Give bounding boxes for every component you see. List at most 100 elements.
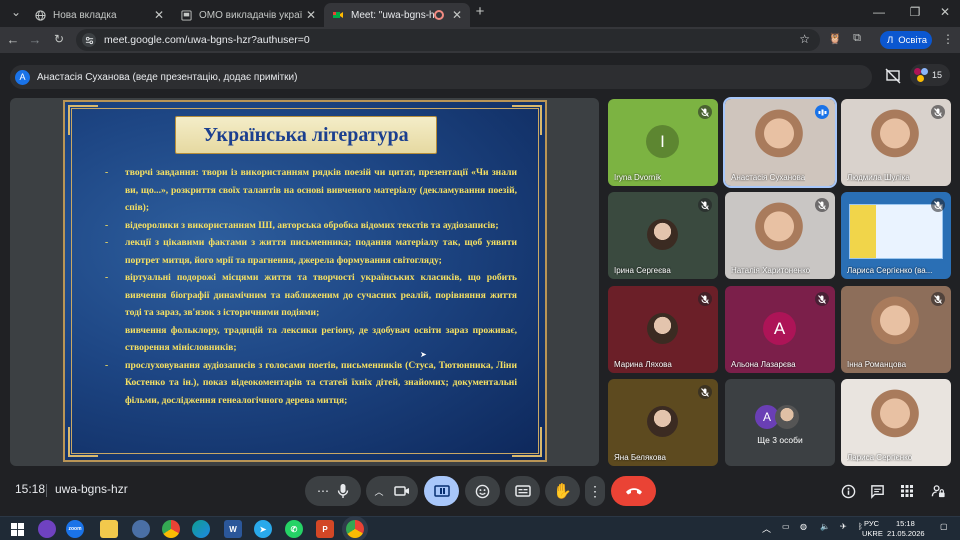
bookmark-star-icon[interactable]: ☆ [799, 32, 810, 46]
participant-tile[interactable]: А Альона Лазарєва [725, 286, 835, 373]
presenter-avatar: А [15, 69, 30, 85]
address-bar[interactable]: meet.google.com/uwa-bgns-hzr?authuser=0 … [76, 29, 820, 51]
chrome-icon[interactable] [162, 520, 180, 538]
tab-omo[interactable]: ОМО викладачів української м ✕ [172, 3, 324, 27]
notifications-icon[interactable]: ▢ [940, 522, 948, 531]
url-text: meet.google.com/uwa-bgns-hzr?authuser=0 [104, 34, 310, 46]
battery-icon[interactable]: ▭ [782, 522, 790, 531]
meeting-info-button[interactable] [836, 479, 860, 503]
participants-button[interactable]: 15 [910, 64, 950, 86]
edge-icon[interactable] [192, 520, 210, 538]
powerpoint-icon[interactable]: P [316, 520, 334, 538]
presentation-slide: Українська література творчі завдання: т… [63, 100, 547, 462]
tab-title: Meet: "uwa-bgns-hzr" [351, 9, 434, 21]
participant-tile[interactable]: Марина Ляхова [608, 286, 718, 373]
participant-tile[interactable]: Людмила Шуліка [841, 99, 951, 186]
participant-name: Людмила Шуліка [847, 173, 910, 182]
hide-presentation-icon[interactable] [884, 67, 902, 85]
speaking-indicator-icon [815, 105, 829, 119]
app-icon[interactable] [132, 520, 150, 538]
participant-name: Наталія Харитоненко [731, 266, 811, 275]
extensions-puzzle-icon[interactable]: ⧉ [849, 32, 865, 45]
slide-title: Українська література [175, 116, 437, 154]
app-tray-icon[interactable]: ◍ [800, 522, 807, 531]
close-window-icon[interactable]: ✕ [935, 5, 955, 19]
chevron-up-icon[interactable]: ︿ [762, 522, 771, 535]
speaker-icon[interactable]: 🔈 [820, 522, 830, 531]
language-top[interactable]: РУС [864, 519, 879, 528]
slide-bullet: вивчення фольклору, традицій та лексики … [125, 324, 517, 354]
participant-name: Лариса Сергієнко (ва... [847, 266, 933, 275]
participant-tile[interactable]: Яна Белякова [608, 379, 718, 466]
taskbar-time[interactable]: 15:18 [896, 519, 915, 528]
participant-avatar-photo [647, 406, 678, 437]
whatsapp-icon[interactable]: ✆ [285, 520, 303, 538]
ornament-corner [68, 427, 98, 457]
participant-name: Інна Романцова [847, 360, 907, 369]
reload-icon[interactable]: ↻ [51, 32, 67, 46]
presenter-banner[interactable]: А Анастасія Суханова (веде презентацію, … [10, 65, 872, 89]
activities-button[interactable] [895, 479, 919, 503]
participant-tile[interactable]: Анастасія Суханова [723, 97, 837, 188]
participant-tile[interactable]: Лариса Сергієнко (ва... [841, 192, 951, 279]
leave-call-button[interactable] [611, 476, 656, 506]
profile-label: Освіта [898, 34, 928, 46]
word-icon[interactable]: W [224, 520, 242, 538]
forward-icon[interactable]: → [27, 32, 43, 47]
participant-tile[interactable]: А Ще 3 особи [725, 379, 835, 466]
participant-video [866, 294, 924, 360]
presentation-stage[interactable]: Українська література творчі завдання: т… [10, 98, 599, 466]
present-screen-icon [433, 485, 450, 497]
site-info-icon[interactable] [82, 33, 96, 47]
tab-new-tab[interactable]: Нова вкладка ✕ [26, 3, 172, 27]
present-button[interactable] [424, 476, 459, 506]
extension-icon[interactable]: 🦉 [827, 32, 843, 45]
back-icon[interactable]: ← [5, 32, 21, 47]
language-bottom[interactable]: UKRE [862, 529, 883, 538]
participant-name: Яна Белякова [614, 453, 666, 462]
raise-hand-button[interactable]: ✋ [545, 476, 580, 506]
browser-menu-icon[interactable]: ⋮ [940, 32, 956, 46]
tab-meet[interactable]: Meet: "uwa-bgns-hzr" ✕ [324, 3, 470, 27]
participant-video [866, 107, 924, 173]
host-controls-button[interactable] [926, 479, 950, 503]
slide-bullet: відеоролики з використанням ШІ, авторськ… [105, 217, 517, 235]
more-options-button[interactable]: ⋮ [585, 476, 605, 506]
more-participants-avatars: А [755, 405, 805, 429]
participant-avatar-photo [647, 313, 678, 344]
meet-control-bar: 15:18 uwa-bgns-hzr ⋯ ︿ ✋ ⋮ [0, 466, 960, 516]
camera-button[interactable]: ︿ [366, 476, 418, 506]
close-tab-icon[interactable]: ✕ [452, 8, 462, 22]
participant-tile[interactable]: Ірина Сергеєва [608, 192, 718, 279]
microphone-button[interactable]: ⋯ [305, 476, 361, 506]
slide-bullet: творчі завдання: твори із використанням … [105, 164, 517, 217]
participant-tile[interactable]: Інна Романцова [841, 286, 951, 373]
maximize-icon[interactable]: ❐ [905, 5, 925, 19]
minimize-icon[interactable]: — [869, 5, 889, 19]
page-icon [180, 9, 192, 21]
chevron-up-icon[interactable]: ︿ [374, 485, 383, 498]
telegram-icon[interactable]: ➤ [254, 520, 272, 538]
windows-start-icon[interactable] [8, 520, 26, 538]
network-icon[interactable]: ✈ [840, 522, 847, 531]
more-vertical-icon: ⋮ [588, 482, 602, 499]
meeting-time: 15:18 [15, 482, 46, 496]
app-icon[interactable] [38, 520, 56, 538]
tab-search-icon[interactable]: ⌄ [6, 5, 26, 19]
zoom-icon[interactable]: zoom [66, 520, 84, 538]
new-tab-icon[interactable]: + [470, 3, 490, 20]
captions-button[interactable] [505, 476, 540, 506]
participant-tile[interactable]: Лариса Сергієнко [841, 379, 951, 466]
reactions-button[interactable] [465, 476, 500, 506]
chat-button[interactable] [865, 479, 889, 503]
profile-button[interactable]: Л Освіта [880, 31, 932, 49]
close-tab-icon[interactable]: ✕ [154, 8, 164, 22]
participant-tile[interactable]: I Iryna Dvornik [608, 99, 718, 186]
close-tab-icon[interactable]: ✕ [306, 8, 316, 22]
mic-off-icon [815, 292, 829, 306]
chrome-active-icon[interactable] [346, 520, 364, 538]
taskbar-date[interactable]: 21.05.2026 [887, 529, 925, 538]
more-audio-options-icon[interactable]: ⋯ [317, 484, 329, 498]
participant-tile[interactable]: Наталія Харитоненко [725, 192, 835, 279]
file-explorer-icon[interactable] [100, 520, 118, 538]
